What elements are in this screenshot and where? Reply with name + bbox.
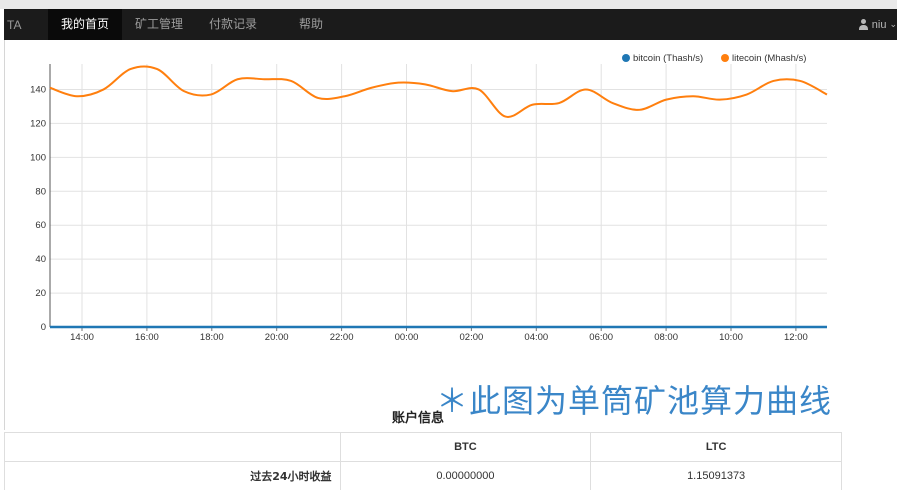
legend-marker-0 — [622, 54, 630, 62]
y-tick-label-120: 120 — [30, 118, 46, 129]
hashrate-chart-svg: 0 20 40 60 80 100 120 140 14:00 16:00 18:00 20:00 22… — [30, 53, 828, 343]
y-tick-label-140: 140 — [30, 84, 46, 95]
user-name: niu — [871, 18, 887, 31]
x-tick-label-3: 20:00 — [265, 332, 289, 343]
x-tick-label-10: 10:00 — [719, 332, 743, 343]
x-tick-label-5: 00:00 — [395, 332, 419, 343]
x-tick-label-6: 02:00 — [460, 332, 484, 343]
x-tick-label-9: 08:00 — [654, 332, 678, 343]
y-tick-label-60: 60 — [35, 220, 46, 231]
nav-item-help[interactable]: 帮助 — [286, 9, 336, 40]
x-tick-label-8: 06:00 — [589, 332, 613, 343]
ltc-24h-earnings: 1.15091373 — [590, 461, 842, 490]
x-tick-label-1: 16:00 — [135, 332, 159, 343]
legend-marker-1 — [721, 54, 729, 62]
hashrate-chart: 0 20 40 60 80 100 120 140 14:00 16:00 18:00 20:00 22… — [0, 40, 897, 350]
x-tick-label-11: 12:00 — [784, 332, 808, 343]
table-header-ltc: LTC — [590, 432, 842, 462]
nav-item-home[interactable]: 我的首页 — [48, 9, 123, 40]
table-row: 过去24小时收益 0.00000000 1.15091373 — [4, 461, 842, 490]
nav-item-payment-records[interactable]: 付款记录 — [196, 9, 270, 40]
brand-logo[interactable]: TA — [4, 18, 48, 32]
caret-down-icon: ⌄ — [889, 19, 897, 29]
btc-24h-earnings: 0.00000000 — [339, 461, 592, 490]
row-label-24h-earnings: 过去24小时收益 — [4, 461, 341, 490]
table-header-blank — [4, 432, 341, 462]
user-icon — [858, 19, 869, 30]
series-line-1 — [49, 65, 828, 118]
window-frame-top — [0, 0, 897, 9]
top-navbar: TA 我的首页 矿工管理 付款记录 帮助 niu ⌄ — [4, 9, 897, 40]
table-header-btc: BTC — [339, 432, 592, 462]
y-tick-label-100: 100 — [30, 152, 46, 163]
x-tick-label-0: 14:00 — [70, 332, 94, 343]
user-menu[interactable]: niu ⌄ — [858, 9, 897, 40]
y-tick-label-40: 40 — [35, 254, 46, 265]
x-tick-label-4: 22:00 — [330, 332, 354, 343]
account-info-title: 账户信息 — [392, 411, 445, 426]
table-header-row: BTC LTC — [4, 432, 842, 462]
legend-label-0: bitcoin (Thash/s) — [633, 53, 703, 64]
y-tick-label-0: 0 — [41, 322, 46, 333]
account-info-table: BTC LTC 过去24小时收益 0.00000000 1.15091373 — [4, 432, 842, 490]
x-tick-label-7: 04:00 — [524, 332, 548, 343]
chart-annotation: ＊此图为单筒矿池算力曲线 — [436, 382, 833, 420]
x-tick-label-2: 18:00 — [200, 332, 224, 343]
y-tick-label-20: 20 — [35, 288, 46, 299]
nav-item-miner-management[interactable]: 矿工管理 — [122, 9, 196, 40]
legend-label-1: litecoin (Mhash/s) — [732, 53, 806, 64]
y-tick-label-80: 80 — [35, 186, 46, 197]
